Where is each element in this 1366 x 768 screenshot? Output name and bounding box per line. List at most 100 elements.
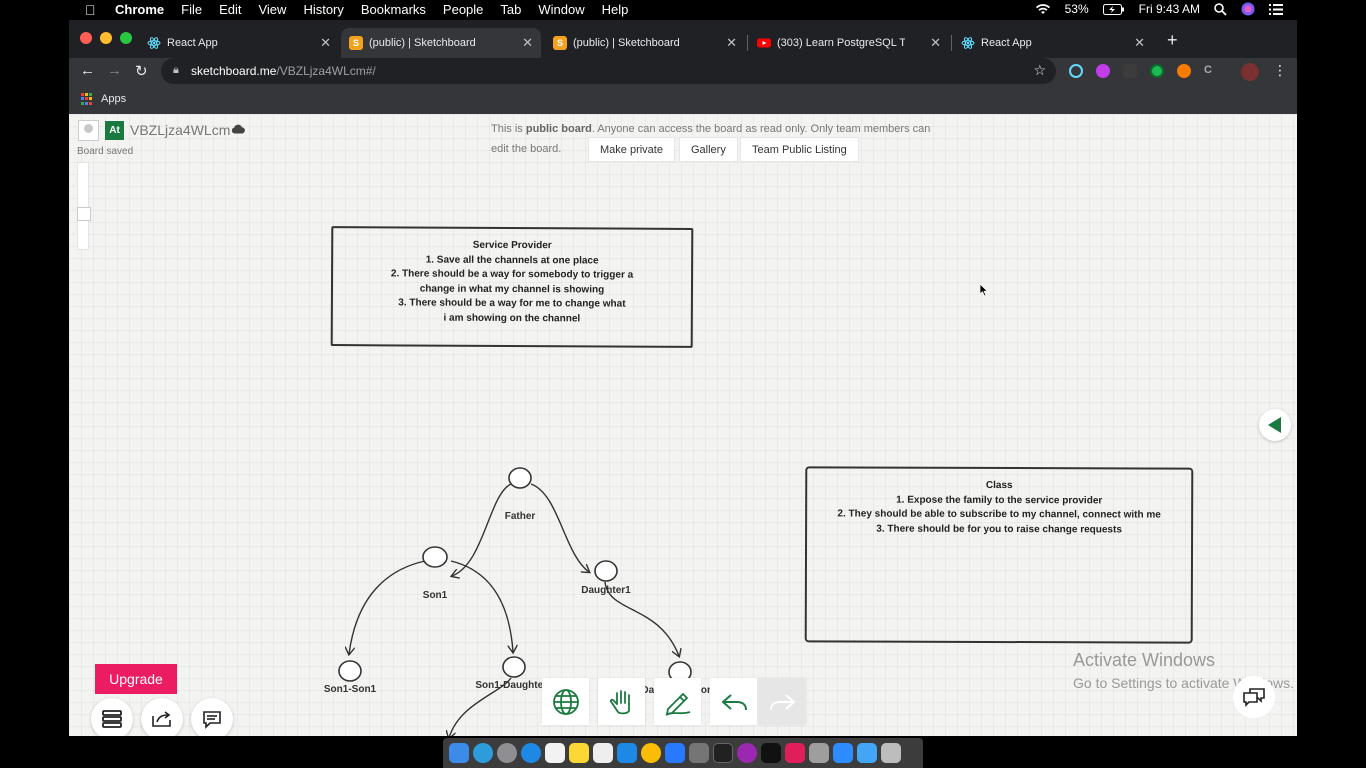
node-son1-son1[interactable] [338, 660, 362, 682]
edge-son1-son1daughter1 [450, 560, 513, 652]
share-button[interactable] [141, 698, 183, 736]
node-daughter1[interactable] [594, 560, 618, 582]
tab-sketchboard-2[interactable]: S (public) | Sketchboard ✕ [545, 28, 745, 58]
slack-icon[interactable] [785, 743, 805, 763]
apple-tv-icon[interactable] [761, 743, 781, 763]
pencil-tool-button[interactable] [654, 678, 701, 725]
notification-center-icon[interactable] [1269, 3, 1283, 15]
graphql-extension-icon[interactable] [1096, 64, 1110, 78]
keychain-icon[interactable] [809, 743, 829, 763]
team-public-listing-button[interactable]: Team Public Listing [740, 137, 859, 162]
close-tab-icon[interactable]: ✕ [522, 35, 533, 51]
battery-charging-icon[interactable] [1102, 3, 1125, 15]
safari-icon[interactable] [521, 743, 541, 763]
zoom-icon[interactable] [833, 743, 853, 763]
launchpad-icon[interactable] [497, 743, 517, 763]
class-note[interactable]: Class 1. Expose the family to the servic… [804, 466, 1194, 644]
close-window-button[interactable] [80, 32, 92, 44]
menu-list: Chrome File Edit View History Bookmarks … [115, 2, 645, 17]
user-avatar[interactable] [78, 120, 99, 141]
lock-icon[interactable]: 🔒︎ [173, 64, 179, 77]
downloads-folder-icon[interactable] [857, 743, 877, 763]
redo-tool-button[interactable] [759, 678, 806, 725]
bookmark-star-icon[interactable]: ☆ [1033, 62, 1046, 79]
menu-help[interactable]: Help [602, 2, 629, 17]
menu-file[interactable]: File [181, 2, 202, 17]
comments-button[interactable] [191, 698, 233, 736]
extension-icon[interactable] [1177, 64, 1191, 78]
apps-bookmark[interactable]: Apps [101, 93, 126, 105]
url-path: /VBZLjza4WLcm#/ [276, 64, 376, 78]
menu-edit[interactable]: Edit [219, 2, 241, 17]
layers-menu-button[interactable] [91, 698, 133, 736]
close-tab-icon[interactable]: ✕ [320, 35, 331, 51]
upgrade-button[interactable]: Upgrade [95, 664, 177, 694]
address-bar[interactable]: 🔒︎ sketchboard.me/VBZLjza4WLcm#/ ☆ [161, 58, 1056, 84]
menu-view[interactable]: View [258, 2, 286, 17]
gallery-button[interactable]: Gallery [679, 137, 738, 162]
menu-app-name[interactable]: Chrome [115, 2, 164, 17]
app-store-icon[interactable] [617, 743, 637, 763]
make-private-button[interactable]: Make private [588, 137, 675, 162]
node-son1[interactable] [422, 546, 448, 568]
extension-icon[interactable]: C [1204, 64, 1218, 78]
tab-separator [951, 35, 952, 51]
extension-icon[interactable] [1123, 64, 1137, 78]
close-tab-icon[interactable]: ✕ [930, 35, 941, 51]
apps-grid-icon[interactable] [81, 93, 93, 105]
apple-icon[interactable]:  [85, 2, 96, 18]
label-father: Father [504, 511, 536, 522]
close-tab-icon[interactable]: ✕ [726, 35, 737, 51]
close-tab-icon[interactable]: ✕ [1134, 35, 1145, 51]
forward-icon[interactable]: → [107, 62, 122, 79]
board-name[interactable]: VBZLjza4WLcm [130, 122, 230, 138]
menu-tab[interactable]: Tab [500, 2, 521, 17]
cloud-icon [231, 123, 245, 137]
team-badge[interactable]: At [105, 121, 124, 140]
chrome-menu-icon[interactable]: ⋮ [1273, 63, 1287, 78]
undo-tool-button[interactable] [710, 678, 757, 725]
zoom-slider[interactable] [77, 162, 91, 250]
tab-youtube[interactable]: (303) Learn PostgreSQL Tutorial ✕ [749, 28, 949, 58]
system-preferences-icon[interactable] [689, 743, 709, 763]
menu-window[interactable]: Window [538, 2, 584, 17]
profile-avatar[interactable] [1241, 63, 1259, 81]
menu-bookmarks[interactable]: Bookmarks [361, 2, 426, 17]
zoom-slider-handle[interactable] [77, 207, 91, 221]
node-son1-daughter1[interactable] [502, 656, 526, 678]
globe-tool-button[interactable] [542, 678, 589, 725]
zoom-window-button[interactable] [120, 32, 132, 44]
sketchboard-canvas[interactable]: At VBZLjza4WLcm Board saved This is publ… [69, 114, 1297, 736]
new-tab-icon[interactable]: + [1167, 30, 1178, 51]
tab-sketchboard-active[interactable]: S (public) | Sketchboard ✕ [341, 28, 541, 58]
react-devtools-extension-icon[interactable] [1069, 64, 1083, 78]
pan-tool-button[interactable] [598, 678, 645, 725]
tab-react-app-2[interactable]: React App ✕ [953, 28, 1153, 58]
extension-icon[interactable] [1150, 64, 1164, 78]
podcasts-icon[interactable] [737, 743, 757, 763]
calendar-icon[interactable] [545, 743, 565, 763]
notes-icon[interactable] [569, 743, 589, 763]
trash-icon[interactable] [881, 743, 901, 763]
collapse-panel-arrow-icon[interactable] [1259, 409, 1291, 441]
clock[interactable]: Fri 9:43 AM [1139, 2, 1200, 16]
vscode-icon[interactable] [665, 743, 685, 763]
reminders-icon[interactable] [593, 743, 613, 763]
menu-people[interactable]: People [443, 2, 483, 17]
finder-icon[interactable] [449, 743, 469, 763]
tab-react-app-1[interactable]: React App ✕ [139, 28, 339, 58]
service-provider-note[interactable]: Service Provider 1. Save all the channel… [330, 226, 694, 348]
chat-button[interactable] [1233, 676, 1275, 718]
spotlight-search-icon[interactable] [1214, 2, 1227, 16]
terminal-icon[interactable] [713, 743, 733, 763]
menu-history[interactable]: History [303, 2, 343, 17]
docker-icon[interactable] [473, 743, 493, 763]
chrome-icon[interactable] [641, 743, 661, 763]
wifi-icon[interactable] [1035, 3, 1051, 15]
node-father[interactable] [508, 467, 532, 489]
siri-icon[interactable] [1241, 2, 1255, 16]
reload-icon[interactable]: ↻ [135, 62, 148, 80]
back-icon[interactable]: ← [80, 62, 95, 79]
minimize-window-button[interactable] [100, 32, 112, 44]
label-son1: Son1 [422, 590, 448, 601]
